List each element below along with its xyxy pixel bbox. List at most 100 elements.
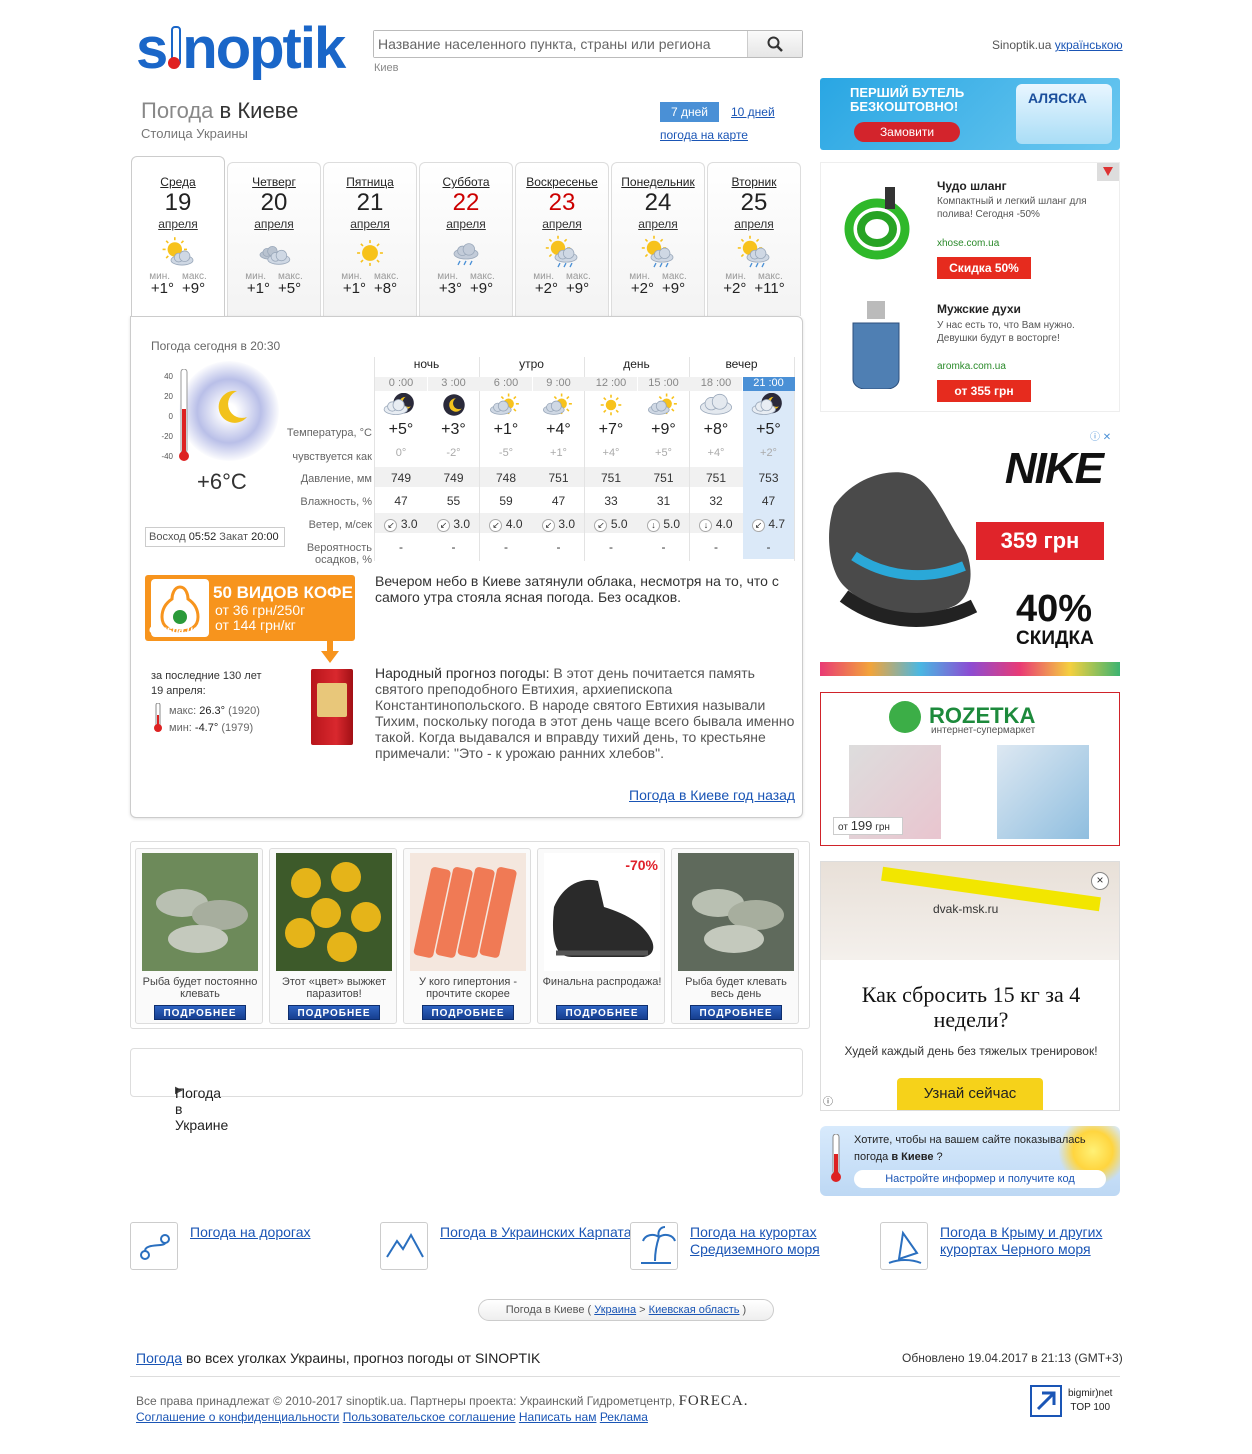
news-item[interactable]: Этот «цвет» выжжет паразитов! ПОДРОБНЕЕ <box>269 848 397 1024</box>
foreca-logo[interactable]: FORECA. <box>679 1393 749 1409</box>
search-button[interactable] <box>748 31 802 57</box>
max-temp: +9° <box>182 280 206 297</box>
day-month: апреля <box>254 217 294 231</box>
breadcrumb-region[interactable]: Киевская область <box>649 1304 740 1316</box>
road-icon[interactable] <box>130 1222 178 1270</box>
breadcrumb-country[interactable]: Украина <box>594 1304 636 1316</box>
coffee-ad[interactable]: 50 ВИДОВ КОФЕ от 36 грн/250г от 144 грн/к… <box>145 575 355 641</box>
ad-info-icon[interactable]: ⓘ ✕ <box>1090 428 1118 443</box>
windsurf-icon[interactable] <box>880 1222 928 1270</box>
bottom-link[interactable]: Погода в Крыму и других курортах Черного… <box>940 1224 1140 1258</box>
coffee-ad-price-1: от 36 грн/250г <box>215 602 306 618</box>
cloudy-icon <box>254 235 294 271</box>
tab-7-days[interactable]: 7 дней <box>660 102 719 122</box>
privacy-link[interactable]: Соглашение о конфиденциальности <box>136 1410 339 1424</box>
today-panel: Погода сегодня в 20:30 40 20 0 -20 -40 +6°C … <box>130 316 803 818</box>
palm-icon[interactable] <box>630 1222 678 1270</box>
day-tab-1[interactable]: Четверг 20 апреля мин. макс. +1° +5° <box>227 162 321 316</box>
day-month: апреля <box>734 217 774 231</box>
ads-link[interactable]: Реклама <box>600 1410 648 1424</box>
coffee-ad-brand: Grusha.ua <box>149 625 199 636</box>
day-name: Воскресенье <box>526 175 598 189</box>
hour-humidity: 47 <box>761 494 776 508</box>
rozetka-price-value: 199 <box>850 818 873 833</box>
news-more-button[interactable]: ПОДРОБНЕЕ <box>422 1005 514 1020</box>
news-item[interactable]: Рыба будет клевать весь день ПОДРОБНЕЕ <box>671 848 799 1024</box>
tab-10-days[interactable]: 10 дней <box>731 105 775 119</box>
folk-forecast: Народный прогноз погоды: В этот день поч… <box>375 665 799 761</box>
history-max-value: 26.3° <box>199 705 226 717</box>
nike-ad[interactable]: ⓘ ✕ NIKE 359 грн 40% СКИДКА <box>820 426 1120 676</box>
history-max-year: (1920) <box>228 705 260 717</box>
news-more-button[interactable]: ПОДРОБНЕЕ <box>556 1005 648 1020</box>
news-more-button[interactable]: ПОДРОБНЕЕ <box>690 1005 782 1020</box>
weather-map-link[interactable]: погода на карте <box>660 128 748 142</box>
informer-button[interactable]: Настройте информер и получите код <box>854 1170 1106 1188</box>
bigmir-label: bigmir)net <box>1068 1388 1113 1399</box>
ad-choices-icon[interactable] <box>1097 163 1119 181</box>
hour-temp: +5° <box>388 421 414 438</box>
day-name: Суббота <box>442 175 490 189</box>
max-temp: +9° <box>662 280 686 297</box>
wind-direction-icon: ↓ <box>699 519 713 532</box>
search-hint[interactable]: Киев <box>374 62 399 74</box>
ad-info-icon[interactable]: ⓘ <box>823 1093 833 1108</box>
water-ad-button[interactable]: Замовити <box>854 122 960 142</box>
search-input[interactable] <box>374 31 748 57</box>
news-item[interactable]: Рыба будет постоянно клевать ПОДРОБНЕЕ <box>135 848 263 1024</box>
footer-weather-link[interactable]: Погода <box>136 1350 182 1366</box>
contact-link[interactable]: Написать нам <box>519 1410 597 1424</box>
ad-hose-button[interactable]: Скидка 50% <box>937 257 1031 279</box>
hour-pressure: 749 <box>390 471 412 485</box>
lang-ukrainian-link[interactable]: українською <box>1055 38 1123 52</box>
news-item[interactable]: -70% Финальна распродажа! ПОДРОБНЕЕ <box>537 848 665 1024</box>
hour-precip: - <box>556 540 561 554</box>
folk-forecast-label: Народный прогноз погоды: <box>375 665 550 681</box>
updated-time: Обновлено 19.04.2017 в 21:13 (GMT+3) <box>902 1351 1123 1365</box>
news-more-button[interactable]: ПОДРОБНЕЕ <box>288 1005 380 1020</box>
wind-direction-icon: ↙ <box>489 519 503 532</box>
logo[interactable]: s noptik <box>136 18 358 80</box>
bigmir-counter[interactable]: bigmir)net TOP 100 <box>1030 1385 1120 1419</box>
news-item[interactable]: У кого гипертония - прочтите скорее ПОДР… <box>403 848 531 1024</box>
day-name: Среда <box>160 175 196 189</box>
hour-humidity: 55 <box>446 494 461 508</box>
day-month: апреля <box>158 217 198 231</box>
day-tab-5[interactable]: Понедельник 24 апреля мин. макс. +2° +9° <box>611 162 705 316</box>
news-image <box>142 853 258 971</box>
max-temp: +8° <box>374 280 398 297</box>
hour-wind: 3.0 <box>558 517 576 531</box>
hour-time: 6 :00 <box>480 377 532 391</box>
rozetka-ad[interactable]: ROZETKA интернет-супермаркет от 199 грн <box>820 692 1120 846</box>
ad-perfume-button[interactable]: от 355 грн <box>937 380 1031 402</box>
bottom-link[interactable]: Погода в Украинских Карпатах <box>440 1224 640 1241</box>
coffee-pack-image[interactable] <box>311 669 353 745</box>
ukraine-weather-toggle[interactable]: ▶ Погода в Украине <box>130 1048 803 1133</box>
news-image <box>410 853 526 971</box>
sun-rain-icon <box>734 235 774 271</box>
row-label-feels: чувствуется как <box>292 451 372 463</box>
day-tab-4[interactable]: Воскресенье 23 апреля мин. макс. +2° +9° <box>515 162 609 316</box>
water-ad[interactable]: ПЕРШИЙ БУТЕЛЬ БЕЗКОШТОВНО! Замовити АЛЯСК… <box>820 78 1120 150</box>
informer-text-1: Хотите, чтобы на вашем сайте показывалас… <box>854 1134 1086 1163</box>
hour-column: 18 :00 +8° +4° 751 32 ↓ 4.0 - <box>690 335 742 565</box>
diet-ad-button[interactable]: Узнай сейчас <box>897 1078 1043 1110</box>
bottom-link[interactable]: Погода на дорогах <box>190 1224 390 1241</box>
mountains-icon[interactable] <box>380 1222 428 1270</box>
news-more-button[interactable]: ПОДРОБНЕЕ <box>154 1005 246 1020</box>
day-tab-6[interactable]: Вторник 25 апреля мин. макс. +2° +11° <box>707 162 801 316</box>
diet-ad[interactable]: dvak-msk.ru × Как сбросить 15 кг за 4 не… <box>820 861 1120 1111</box>
day-tab-2[interactable]: Пятница 21 апреля мин. макс. +1° +8° <box>323 162 417 316</box>
year-ago-link[interactable]: Погода в Киеве год назад <box>629 787 795 803</box>
informer-promo[interactable]: Хотите, чтобы на вашем сайте показывалас… <box>820 1126 1120 1196</box>
max-temp: +5° <box>278 280 302 297</box>
hour-temp: +7° <box>598 421 624 438</box>
bottom-link[interactable]: Погода на курортах Средиземного моря <box>690 1224 890 1258</box>
hour-time: 18 :00 <box>690 377 742 391</box>
close-icon[interactable]: × <box>1091 872 1109 890</box>
day-tab-0[interactable]: Среда 19 апреля мин. макс. +1° +9° <box>131 156 225 316</box>
day-tab-3[interactable]: Суббота 22 апреля мин. макс. +3° +9° <box>419 162 513 316</box>
title-city: в Киеве <box>219 98 299 123</box>
hour-precip: - <box>504 540 508 554</box>
terms-link[interactable]: Пользовательское соглашение <box>343 1410 516 1424</box>
